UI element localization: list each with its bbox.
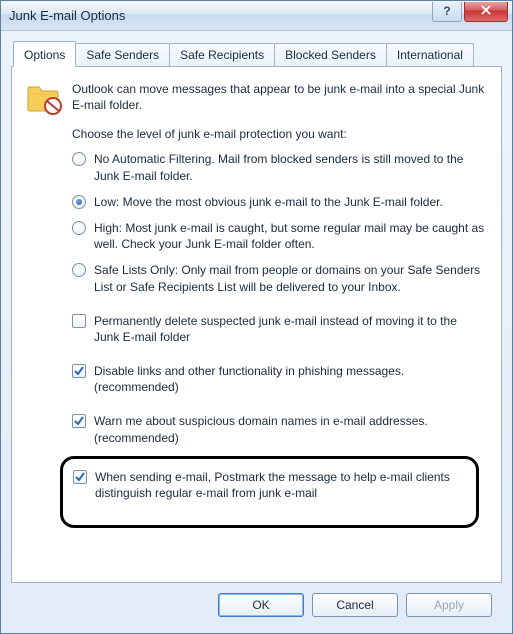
tab-panel-options: Outlook can move messages that appear to… xyxy=(11,66,502,583)
radio-icon xyxy=(72,195,86,209)
check-label: Permanently delete suspected junk e-mail… xyxy=(94,313,485,345)
cancel-button[interactable]: Cancel xyxy=(312,593,398,617)
radio-icon xyxy=(72,152,86,166)
client-area: Options Safe Senders Safe Recipients Blo… xyxy=(1,31,512,633)
tab-safe-senders[interactable]: Safe Senders xyxy=(75,43,170,66)
close-button[interactable] xyxy=(464,2,508,22)
checkbox-icon xyxy=(72,414,86,428)
radio-no-automatic-filtering[interactable]: No Automatic Filtering. Mail from blocke… xyxy=(72,151,485,183)
dialog-buttons: OK Cancel Apply xyxy=(11,583,502,627)
checkbox-icon xyxy=(72,364,86,378)
tab-label: Blocked Senders xyxy=(285,48,376,62)
tab-label: Safe Recipients xyxy=(180,48,264,62)
ok-button[interactable]: OK xyxy=(218,593,304,617)
window-controls: ? xyxy=(430,2,512,24)
radio-high[interactable]: High: Most junk e-mail is caught, but so… xyxy=(72,220,485,252)
apply-button: Apply xyxy=(406,593,492,617)
tab-safe-recipients[interactable]: Safe Recipients xyxy=(169,43,275,66)
postmark-highlight: When sending e-mail, Postmark the messag… xyxy=(60,456,479,528)
intro-text: Outlook can move messages that appear to… xyxy=(72,81,485,113)
tab-international[interactable]: International xyxy=(386,43,474,66)
check-disable-links[interactable]: Disable links and other functionality in… xyxy=(72,363,485,395)
close-icon xyxy=(481,4,491,18)
choose-level-label: Choose the level of junk e-mail protecti… xyxy=(72,127,485,141)
check-warn-domains[interactable]: Warn me about suspicious domain names in… xyxy=(72,413,485,445)
radio-low[interactable]: Low: Move the most obvious junk e-mail t… xyxy=(72,194,485,210)
button-label: Cancel xyxy=(336,598,373,612)
check-label: Disable links and other functionality in… xyxy=(94,363,485,395)
radio-safe-lists-only[interactable]: Safe Lists Only: Only mail from people o… xyxy=(72,262,485,294)
tab-blocked-senders[interactable]: Blocked Senders xyxy=(274,43,387,66)
radio-label: Low: Move the most obvious junk e-mail t… xyxy=(94,194,485,210)
check-label: Warn me about suspicious domain names in… xyxy=(94,413,485,445)
tab-options[interactable]: Options xyxy=(13,41,76,67)
radio-icon xyxy=(72,221,86,235)
titlebar[interactable]: Junk E-mail Options ? xyxy=(1,1,512,31)
check-label: When sending e-mail, Postmark the messag… xyxy=(95,469,466,501)
help-icon: ? xyxy=(443,4,450,18)
help-button[interactable]: ? xyxy=(432,2,462,22)
junk-email-options-dialog: Junk E-mail Options ? Options Safe Sende… xyxy=(0,0,513,634)
radio-label: High: Most junk e-mail is caught, but so… xyxy=(94,220,485,252)
radio-icon xyxy=(72,263,86,277)
junk-folder-icon xyxy=(26,81,62,111)
window-title: Junk E-mail Options xyxy=(9,8,430,23)
check-postmark[interactable]: When sending e-mail, Postmark the messag… xyxy=(73,469,466,501)
radio-label: Safe Lists Only: Only mail from people o… xyxy=(94,262,485,294)
radio-label: No Automatic Filtering. Mail from blocke… xyxy=(94,151,485,183)
checkbox-icon xyxy=(72,314,86,328)
tab-label: Options xyxy=(24,48,65,62)
button-label: Apply xyxy=(434,598,464,612)
check-permanently-delete[interactable]: Permanently delete suspected junk e-mail… xyxy=(72,313,485,345)
tab-label: Safe Senders xyxy=(86,48,159,62)
button-label: OK xyxy=(252,598,269,612)
checkbox-icon xyxy=(73,470,87,484)
tabstrip: Options Safe Senders Safe Recipients Blo… xyxy=(11,41,502,66)
tab-label: International xyxy=(397,48,463,62)
